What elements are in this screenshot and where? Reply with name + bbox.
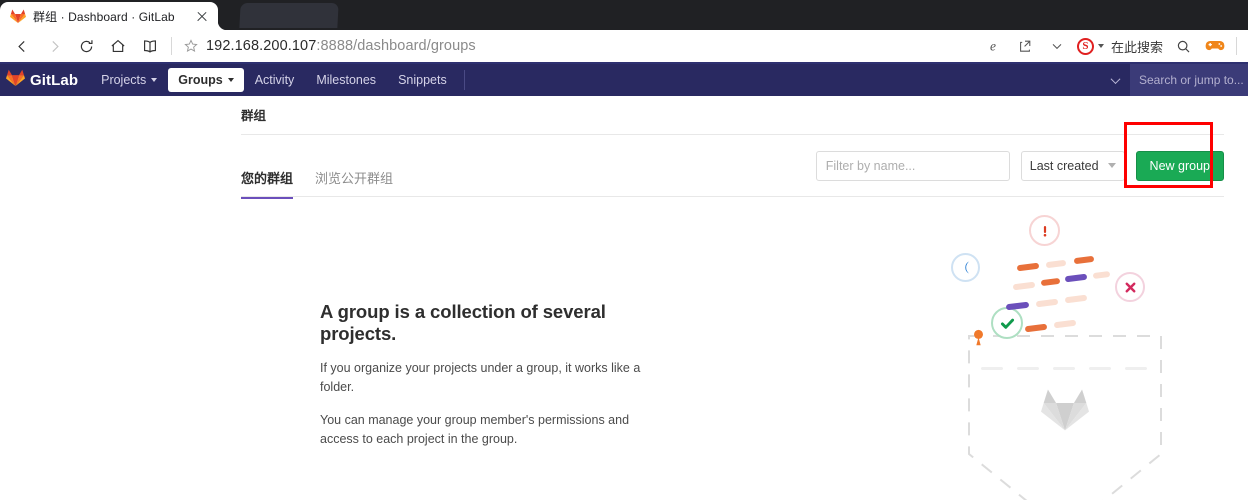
reload-icon[interactable] bbox=[70, 31, 102, 61]
search-engine-selector[interactable]: S 在此搜索 bbox=[1073, 37, 1167, 56]
nav-item-activity[interactable]: Activity bbox=[244, 64, 306, 96]
favorites-book-icon[interactable] bbox=[134, 31, 166, 61]
address-bar-url: 192.168.200.107:8888/dashboard/groups bbox=[206, 38, 476, 54]
empty-state-illustration bbox=[941, 207, 1201, 500]
toolbar-right-group: e S 在此搜索 bbox=[977, 31, 1242, 61]
warning-badge-icon bbox=[1029, 215, 1060, 246]
baseline-tick bbox=[1089, 367, 1111, 370]
dash-mark bbox=[1016, 262, 1040, 272]
tab-explore-public-groups[interactable]: 浏览公开群组 bbox=[305, 168, 403, 197]
forward-icon[interactable] bbox=[38, 31, 70, 61]
dash-mark bbox=[1005, 301, 1030, 311]
location-pin-icon bbox=[973, 329, 984, 352]
gitlab-search-placeholder: Search or jump to... bbox=[1139, 73, 1244, 87]
gitlab-search-box[interactable]: Search or jump to... bbox=[1130, 64, 1248, 96]
dash-mark bbox=[1035, 298, 1059, 308]
close-badge-icon bbox=[1115, 272, 1145, 302]
gitlab-navbar: GitLab Projects Groups Activity Mileston… bbox=[0, 64, 1248, 96]
dash-mark bbox=[1040, 277, 1061, 287]
nav-item-label: Milestones bbox=[316, 73, 377, 87]
sogou-logo-icon: S bbox=[1076, 37, 1094, 55]
baseline-tick bbox=[981, 367, 1003, 370]
nav-item-projects[interactable]: Projects bbox=[90, 64, 168, 96]
filter-by-name-input[interactable] bbox=[815, 150, 1010, 181]
gitlab-logo-icon bbox=[6, 68, 25, 92]
empty-state-text: A group is a collection of several proje… bbox=[241, 265, 671, 463]
nav-item-groups[interactable]: Groups bbox=[168, 68, 244, 92]
browser-tab-title: 群组 · Dashboard · GitLab bbox=[33, 9, 175, 24]
baseline-tick bbox=[1125, 367, 1147, 370]
dash-mark bbox=[1053, 319, 1077, 329]
nav-item-label: Snippets bbox=[398, 73, 447, 87]
baseline-tick bbox=[1017, 367, 1039, 370]
toolbar-divider-right bbox=[1236, 37, 1237, 55]
new-group-wrapper: New group bbox=[1123, 121, 1224, 188]
internet-explorer-icon[interactable]: e bbox=[977, 31, 1009, 61]
tab-your-groups[interactable]: 您的群组 bbox=[241, 168, 305, 199]
sort-dropdown-value: Last created bbox=[1029, 158, 1099, 173]
gitlab-brand-text: GitLab bbox=[30, 71, 79, 89]
games-controller-icon[interactable] bbox=[1199, 31, 1231, 61]
empty-state-paragraph-2: You can manage your group member's permi… bbox=[320, 412, 630, 447]
gitlab-fox-placeholder-icon bbox=[1041, 385, 1089, 438]
browser-titlebar: 群组 · Dashboard · GitLab bbox=[0, 0, 1248, 30]
nav-item-label: Projects bbox=[101, 73, 147, 87]
dash-mark bbox=[1092, 270, 1111, 280]
back-icon[interactable] bbox=[6, 31, 38, 61]
inactive-tab[interactable] bbox=[239, 3, 339, 28]
star-icon bbox=[184, 39, 198, 52]
nav-item-milestones[interactable]: Milestones bbox=[305, 64, 387, 96]
address-bar[interactable]: 192.168.200.107:8888/dashboard/groups bbox=[177, 33, 977, 59]
nav-divider bbox=[463, 70, 465, 90]
gitlab-home-link[interactable]: GitLab bbox=[0, 64, 90, 96]
moon-badge-icon bbox=[951, 253, 980, 282]
share-icon[interactable] bbox=[1009, 31, 1041, 61]
chevron-down-icon bbox=[151, 78, 158, 82]
nav-item-snippets[interactable]: Snippets bbox=[387, 64, 458, 96]
dash-mark bbox=[1064, 294, 1088, 304]
gitlab-fox-favicon bbox=[10, 8, 26, 24]
chevron-down-icon bbox=[227, 78, 234, 82]
chevron-down-icon bbox=[1097, 44, 1104, 48]
svg-text:e: e bbox=[990, 39, 996, 54]
close-icon[interactable] bbox=[194, 8, 210, 24]
dash-mark bbox=[1064, 273, 1088, 283]
check-badge-icon bbox=[991, 307, 1023, 339]
tab-label: 您的群组 bbox=[241, 171, 294, 186]
new-group-button[interactable]: New group bbox=[1135, 150, 1224, 181]
groups-empty-state: A group is a collection of several proje… bbox=[241, 197, 1224, 500]
dash-mark bbox=[1012, 281, 1036, 291]
sort-dropdown[interactable]: Last created bbox=[1020, 150, 1125, 181]
dash-mark bbox=[1073, 255, 1095, 265]
gitlab-main-menu: Projects Groups Activity Milestones Snip… bbox=[90, 64, 458, 96]
empty-state-paragraph-1: If you organize your projects under a gr… bbox=[320, 361, 641, 395]
tab-label: 浏览公开群组 bbox=[315, 171, 394, 186]
toolbar-divider bbox=[171, 37, 172, 55]
more-chevron-down-icon[interactable] bbox=[1041, 31, 1073, 61]
url-path: :8888/dashboard/groups bbox=[316, 38, 476, 54]
browser-toolbar: 192.168.200.107:8888/dashboard/groups e bbox=[0, 30, 1248, 64]
content-container: 群组 您的群组 浏览公开群组 Last created bbox=[0, 96, 1248, 500]
toolbar-search-text: 在此搜索 bbox=[1110, 39, 1163, 55]
empty-state-heading: A group is a collection of several proje… bbox=[320, 301, 606, 344]
nav-item-label: Activity bbox=[254, 73, 295, 87]
baseline-tick bbox=[1053, 367, 1075, 370]
nav-more-chevron-down-icon[interactable] bbox=[1100, 64, 1130, 96]
dash-mark bbox=[1045, 259, 1067, 269]
groups-tablist: 您的群组 浏览公开群组 bbox=[241, 135, 403, 199]
browser-tab-active[interactable]: 群组 · Dashboard · GitLab bbox=[0, 2, 218, 30]
url-host: 192.168.200.107 bbox=[206, 38, 317, 54]
home-icon[interactable] bbox=[102, 31, 134, 61]
groups-toolbar-row: 您的群组 浏览公开群组 Last created New group bbox=[241, 121, 1224, 199]
page-title: 群组 bbox=[241, 96, 1224, 135]
chevron-down-icon bbox=[1107, 163, 1116, 168]
search-icon[interactable] bbox=[1167, 31, 1199, 61]
page-body: 群组 您的群组 浏览公开群组 Last created bbox=[0, 96, 1248, 500]
browser-window: 群组 · Dashboard · GitLab 192.168.200.107:… bbox=[0, 0, 1248, 500]
nav-item-label: Groups bbox=[178, 73, 223, 87]
